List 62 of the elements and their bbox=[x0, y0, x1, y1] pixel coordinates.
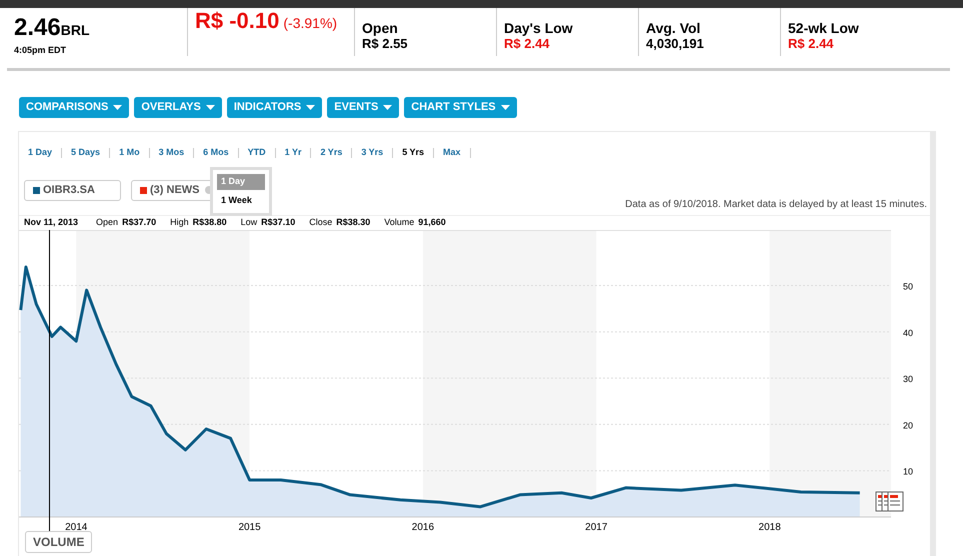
caret-icon bbox=[500, 105, 510, 110]
time-range-tab[interactable]: YTD bbox=[246, 146, 267, 160]
legend-chip[interactable]: OIBR3.SA bbox=[24, 180, 121, 200]
info-value: R$37.10 bbox=[261, 216, 296, 229]
info-label: Close bbox=[309, 216, 332, 229]
x-axis-label: 2017 bbox=[585, 522, 608, 532]
caret-icon bbox=[306, 105, 316, 110]
y-axis-label: 50 bbox=[903, 281, 914, 292]
legend-label: OIBR3.SA bbox=[43, 182, 95, 198]
info-value: R$37.70 bbox=[122, 216, 156, 229]
price: 2.46 bbox=[14, 14, 61, 42]
info-label: High bbox=[170, 216, 189, 229]
legend-label: (3) NEWS bbox=[150, 182, 200, 198]
disclaimer: Data as of 9/10/2018. Market data is delayed by at least 15 minutes. bbox=[625, 198, 927, 212]
y-axis-label: 20 bbox=[903, 420, 914, 430]
info-value: 91,660 bbox=[418, 216, 446, 229]
time-range-tab[interactable]: 2 Yrs bbox=[319, 146, 344, 160]
y-axis-label: 40 bbox=[903, 327, 914, 338]
stat-label: Open bbox=[362, 20, 399, 36]
info-label: Low bbox=[240, 216, 258, 229]
x-axis-label: 2015 bbox=[238, 522, 261, 532]
info-value: R$38.80 bbox=[192, 216, 227, 229]
y-axis-label: 10 bbox=[903, 466, 914, 476]
toolbar-menu-button[interactable]: OVERLAYS bbox=[134, 97, 222, 118]
info-label: Open bbox=[96, 216, 118, 229]
time-range-tab[interactable]: 1 Yr bbox=[284, 146, 302, 160]
x-axis-label: 2014 bbox=[65, 522, 88, 532]
caret-icon bbox=[206, 105, 215, 110]
time-range-tab[interactable]: 5 Days bbox=[70, 146, 102, 160]
stat-value: R$ 2.44 bbox=[504, 36, 551, 51]
stat-label: 52-wk Low bbox=[788, 20, 860, 36]
stat-value: R$ 2.44 bbox=[788, 36, 835, 51]
x-axis-label: 2018 bbox=[758, 522, 781, 532]
time-range-tab[interactable]: 6 Mos bbox=[202, 146, 230, 160]
info-value: R$38.30 bbox=[336, 216, 370, 229]
time-range-tab[interactable]: Max bbox=[442, 146, 462, 160]
x-axis-label: 2016 bbox=[412, 522, 434, 532]
stat-value: 4,030,191 bbox=[646, 36, 705, 51]
caret-icon bbox=[113, 105, 122, 110]
price-change: R$ -0.10 bbox=[195, 7, 280, 35]
time-range-tab[interactable]: 1 Day bbox=[27, 146, 54, 160]
y-axis-label: 30 bbox=[903, 374, 914, 384]
time-range-tab[interactable]: 3 Yrs bbox=[360, 146, 384, 160]
time-range-tab[interactable]: 1 Mo bbox=[118, 146, 141, 160]
toolbar-menu-button[interactable]: EVENTS bbox=[327, 97, 400, 118]
toolbar-menu-button[interactable]: CHART STYLES bbox=[404, 97, 517, 118]
quote-time: 4:05pm EDT bbox=[14, 44, 68, 57]
stat-value: R$ 2.55 bbox=[362, 36, 409, 51]
volume-button[interactable]: VOLUME bbox=[25, 531, 92, 553]
stat-label: Avg. Vol bbox=[646, 20, 702, 36]
caret-icon bbox=[383, 105, 392, 110]
news-icon[interactable] bbox=[876, 491, 904, 511]
stat-label: Day's Low bbox=[504, 20, 574, 36]
currency: BRL bbox=[60, 21, 90, 40]
interval-option[interactable]: 1 Day bbox=[217, 174, 265, 190]
info-label: Volume bbox=[384, 216, 414, 229]
toolbar-menu-button[interactable]: COMPARISONS bbox=[19, 97, 130, 118]
price-change-percent: (-3.91%) bbox=[283, 14, 338, 33]
info-date: Nov 11, 2013 bbox=[24, 216, 78, 229]
time-range-tab[interactable]: 5 Yrs bbox=[401, 146, 426, 160]
time-range-tab[interactable]: 3 Mos bbox=[158, 146, 186, 160]
toolbar-menu-button[interactable]: INDICATORS bbox=[226, 97, 322, 118]
